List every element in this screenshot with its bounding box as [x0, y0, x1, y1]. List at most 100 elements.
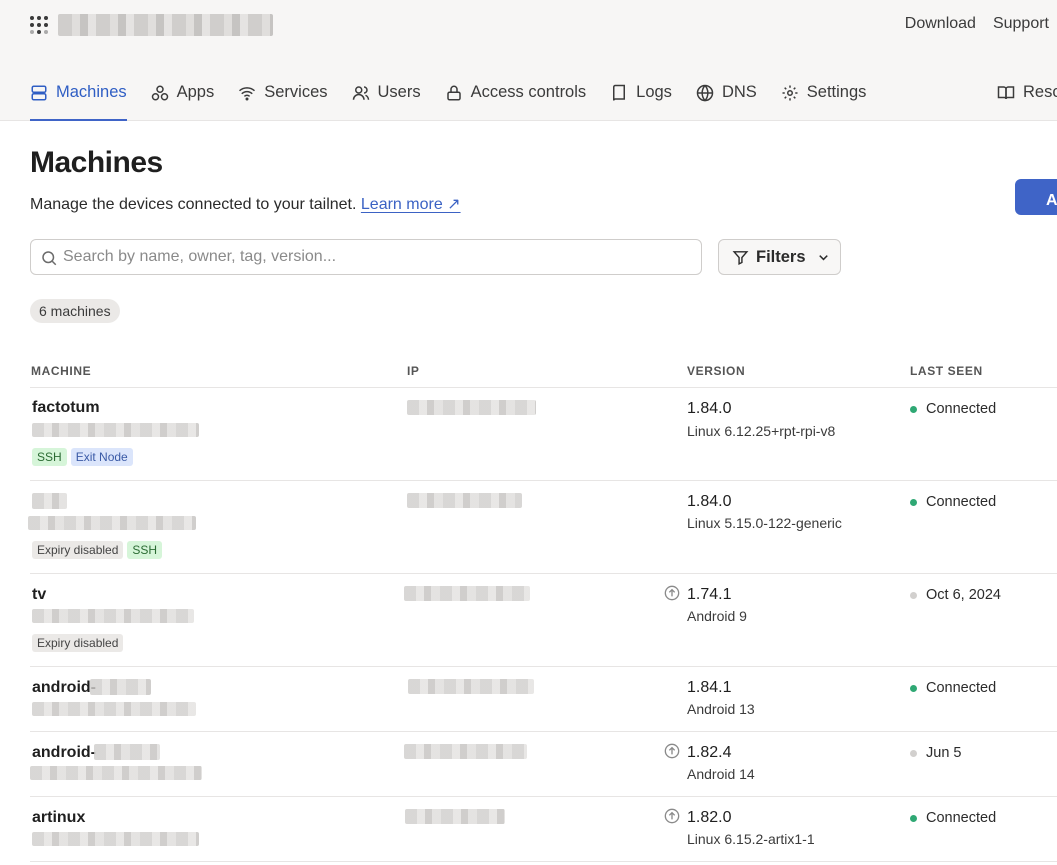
status-dot	[910, 749, 917, 757]
top-links: Download Support	[905, 15, 1049, 33]
support-link[interactable]: Support	[993, 15, 1049, 33]
wifi-icon	[239, 87, 256, 101]
version: 1.82.0	[687, 809, 732, 826]
ip-redacted[interactable]	[407, 400, 536, 415]
update-available-icon[interactable]	[664, 808, 680, 824]
download-link[interactable]: Download	[905, 15, 976, 33]
tab-label: Machines	[56, 83, 127, 101]
search-input[interactable]	[63, 240, 693, 274]
ip-redacted[interactable]	[404, 586, 530, 601]
add-device-button[interactable]: Add	[1015, 179, 1057, 215]
ip-redacted[interactable]	[408, 679, 534, 694]
ip-redacted[interactable]	[404, 744, 527, 759]
machine-name[interactable]: android-	[32, 679, 96, 697]
last-seen-text: Connected	[926, 810, 997, 826]
tab-settings[interactable]: Settings	[781, 78, 867, 121]
status-dot	[910, 684, 917, 692]
machine-count-badge: 6 machines	[30, 299, 120, 323]
tag-expiry-disabled: Expiry disabled	[32, 541, 124, 559]
tag-ssh: SSH	[32, 448, 67, 466]
last-seen: Connected	[910, 810, 996, 826]
version: 1.84.0	[687, 493, 732, 510]
tab-label: Settings	[806, 83, 867, 101]
row-divider	[30, 666, 1057, 667]
machine-name-suffix-redacted	[94, 744, 160, 760]
machine-address-redacted	[30, 766, 202, 780]
machine-tags: Expiry disabled	[32, 634, 124, 652]
column-header-ip[interactable]: IP	[407, 364, 420, 378]
status-dot	[910, 498, 917, 506]
last-seen: Connected	[910, 494, 996, 510]
update-available-icon[interactable]	[664, 585, 680, 601]
tab-label: Reso	[1023, 83, 1057, 101]
tab-services[interactable]: Services	[238, 78, 328, 121]
tag-exit-node: Exit Node	[70, 448, 133, 466]
version: 1.74.1	[687, 586, 732, 603]
last-seen-text: Connected	[926, 680, 997, 696]
machine-name[interactable]: android-	[32, 744, 96, 762]
tailnet-name-redacted[interactable]	[58, 14, 273, 36]
machine-name[interactable]: artinux	[32, 809, 85, 827]
status-dot	[910, 591, 917, 599]
tag-ssh: SSH	[127, 541, 163, 559]
learn-more-link[interactable]: Learn more ↗	[361, 196, 461, 213]
ip-redacted[interactable]	[405, 809, 505, 824]
search-icon	[42, 251, 57, 266]
os-version: Android 14	[687, 766, 755, 782]
header-divider	[30, 387, 1057, 388]
tab-logs[interactable]: Logs	[610, 78, 672, 121]
version: 1.84.1	[687, 679, 732, 696]
column-header-last-seen[interactable]: LAST SEEN	[910, 364, 983, 378]
top-bar: Download Support Machines Apps Services …	[0, 0, 1057, 121]
server-icon	[31, 85, 47, 101]
page-description: Manage the devices connected to your tai…	[30, 194, 461, 214]
machine-tags: SSH Exit Node	[32, 448, 133, 466]
globe-icon	[696, 84, 714, 102]
machine-name-suffix-redacted	[90, 679, 151, 695]
search-box	[30, 239, 702, 275]
tab-label: Users	[377, 83, 421, 101]
tab-dns[interactable]: DNS	[696, 78, 757, 121]
ip-redacted[interactable]	[407, 493, 522, 508]
gear-icon	[782, 85, 798, 101]
tab-apps[interactable]: Apps	[151, 78, 214, 121]
main-nav: Machines Apps Services Users Access cont…	[30, 78, 890, 121]
page-title: Machines	[30, 146, 163, 179]
column-header-machine[interactable]: MACHINE	[31, 364, 91, 378]
apps-icon	[151, 85, 168, 101]
machine-name[interactable]: tv	[32, 586, 46, 604]
last-seen-text: Connected	[926, 494, 997, 510]
row-divider	[30, 731, 1057, 732]
status-dot	[910, 405, 917, 413]
machine-address-redacted	[32, 423, 199, 437]
os-version: Linux 5.15.0-122-generic	[687, 515, 842, 531]
machine-tags: Expiry disabled SSH	[32, 541, 163, 559]
tab-users[interactable]: Users	[352, 78, 421, 121]
row-divider	[30, 796, 1057, 797]
users-icon	[352, 86, 369, 100]
version: 1.82.4	[687, 744, 732, 761]
machine-name[interactable]: factotum	[32, 399, 100, 417]
machine-address-redacted	[32, 609, 194, 623]
tab-label: Access controls	[470, 83, 587, 101]
os-version: Android 13	[687, 701, 755, 717]
tailscale-logo-icon[interactable]	[30, 16, 48, 34]
filter-icon	[732, 250, 749, 265]
book-icon	[613, 84, 626, 101]
tab-machines[interactable]: Machines	[30, 78, 127, 121]
row-divider	[30, 573, 1057, 574]
last-seen: Oct 6, 2024	[910, 587, 1001, 603]
column-header-version[interactable]: VERSION	[687, 364, 745, 378]
tab-label: DNS	[721, 83, 757, 101]
tab-access-controls[interactable]: Access controls	[445, 78, 587, 121]
update-available-icon[interactable]	[664, 743, 680, 759]
version: 1.84.0	[687, 400, 732, 417]
filters-button[interactable]: Filters	[718, 239, 841, 275]
row-divider	[30, 861, 1057, 862]
os-version: Linux 6.12.25+rpt-rpi-v8	[687, 423, 836, 439]
machine-name-redacted[interactable]	[32, 493, 67, 509]
description-text: Manage the devices connected to your tai…	[30, 196, 357, 213]
open-book-icon	[997, 86, 1015, 100]
tab-resources[interactable]: Reso	[997, 83, 1057, 102]
lock-icon	[446, 85, 461, 101]
